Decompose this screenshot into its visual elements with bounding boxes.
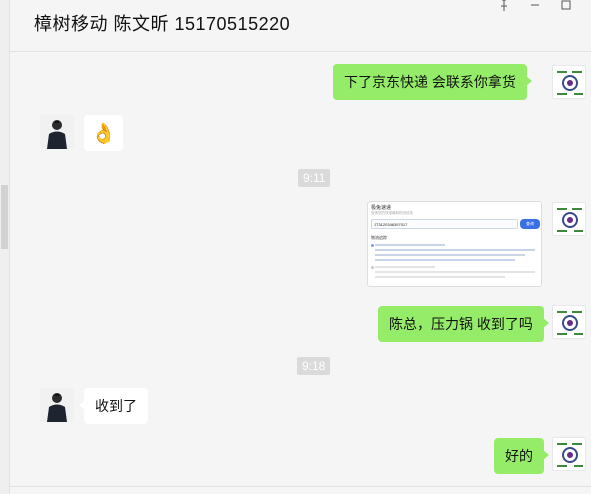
- preview-dot: [371, 244, 374, 247]
- message-bubble-self[interactable]: 好的: [494, 438, 549, 474]
- maximize-icon[interactable]: [556, 0, 576, 13]
- ok-hand-sticker[interactable]: 👌: [84, 115, 123, 151]
- input-area-top: [10, 486, 591, 494]
- self-avatar[interactable]: [552, 437, 586, 471]
- self-avatar[interactable]: [552, 65, 586, 99]
- message-bubble-contact[interactable]: 收到了: [79, 388, 148, 424]
- list-scrollbar[interactable]: [1, 185, 8, 249]
- preview-line: [375, 276, 505, 278]
- image-message[interactable]: 极兔速递 查询您的快递最新物流信息 JT3120346397017 查询 物流追…: [367, 201, 542, 287]
- preview-tracking-field: JT3120346397017: [371, 219, 518, 229]
- contact-avatar[interactable]: [40, 115, 74, 149]
- chat-title: 樟树移动 陈文昕 15170515220: [34, 14, 291, 34]
- preview-line: [375, 271, 535, 273]
- self-avatar[interactable]: [552, 305, 586, 339]
- pin-icon[interactable]: [494, 0, 514, 13]
- message-list[interactable]: 下了京东快递 会联系你拿货 👌 9:11 极兔速递 查询您的快递最新物流信息 J…: [10, 52, 591, 486]
- self-avatar[interactable]: [552, 202, 586, 236]
- chat-header: 樟树移动 陈文昕 15170515220: [10, 0, 591, 52]
- minimize-icon[interactable]: [525, 0, 545, 13]
- preview-subtitle: 查询您的快递最新物流信息: [371, 211, 413, 215]
- preview-line: [375, 244, 445, 246]
- conversation-list-edge: [0, 0, 10, 494]
- timestamp-chip: 9:11: [298, 169, 331, 187]
- preview-query-button: 查询: [520, 219, 540, 229]
- message-bubble-self[interactable]: 陈总，压力锅 收到了吗: [378, 306, 549, 342]
- preview-line: [375, 249, 535, 251]
- preview-line: [375, 266, 435, 268]
- preview-dot: [371, 266, 374, 269]
- contact-avatar[interactable]: [40, 388, 74, 422]
- preview-line: [375, 254, 525, 256]
- message-bubble-self[interactable]: 下了京东快递 会联系你拿货: [333, 64, 532, 100]
- timestamp-chip: 9:18: [297, 357, 331, 375]
- preview-line: [375, 259, 515, 261]
